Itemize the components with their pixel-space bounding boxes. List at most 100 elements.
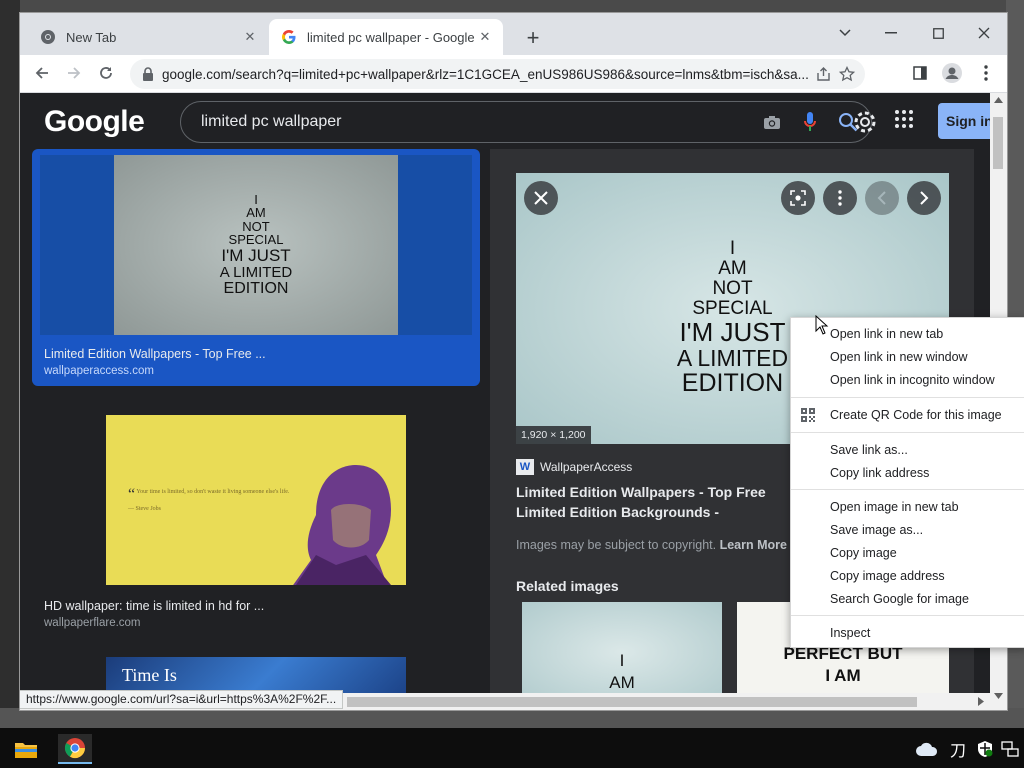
- arrow-right-icon: [68, 67, 81, 79]
- source-site[interactable]: W WallpaperAccess: [516, 459, 632, 475]
- google-logo[interactable]: Google: [44, 105, 145, 139]
- menu-separator: [791, 615, 1024, 616]
- status-bar-url: https://www.google.com/url?sa=i&url=http…: [20, 690, 344, 709]
- menu-item-open-link-new-window[interactable]: Open link in new window: [791, 346, 1024, 368]
- new-tab-button[interactable]: +: [520, 25, 546, 51]
- network-icon[interactable]: [998, 734, 1022, 764]
- close-window-button[interactable]: [969, 19, 999, 47]
- result-source[interactable]: wallpaperaccess.com: [44, 365, 154, 377]
- image-text-line: EDITION: [223, 279, 289, 297]
- minimize-icon: [885, 32, 897, 34]
- site-logo-icon: W: [516, 459, 534, 475]
- horizontal-scroll-thumb[interactable]: [347, 697, 917, 707]
- profile-button[interactable]: [938, 59, 966, 87]
- image-text-line: EDITION: [681, 368, 784, 397]
- menu-item-save-link-as[interactable]: Save link as...: [791, 439, 1024, 461]
- close-icon[interactable]: ✕: [242, 29, 258, 45]
- more-options-button[interactable]: [823, 181, 857, 215]
- kebab-menu-icon: [838, 190, 842, 206]
- arrow-left-icon: [35, 67, 48, 79]
- menu-separator: [791, 397, 1024, 398]
- scroll-up-icon[interactable]: [994, 97, 1003, 103]
- bookmark-star-icon[interactable]: [835, 62, 859, 86]
- image-text-line: NOT: [242, 218, 270, 234]
- related-images-heading: Related images: [516, 578, 619, 594]
- result-title[interactable]: HD wallpaper: time is limited in hd for …: [44, 599, 264, 613]
- next-image-button[interactable]: [907, 181, 941, 215]
- image-text-line: I'M JUST: [221, 246, 291, 266]
- vertical-scroll-thumb[interactable]: [993, 117, 1003, 169]
- camera-icon[interactable]: [757, 107, 787, 137]
- lock-icon: [143, 67, 153, 81]
- lens-button[interactable]: [781, 181, 815, 215]
- image-text-line: A LIMITED: [676, 344, 789, 371]
- scroll-right-icon[interactable]: [978, 697, 984, 706]
- address-bar[interactable]: google.com/search?q=limited+pc+wallpaper…: [130, 59, 865, 89]
- image-text-line: A LIMITED: [219, 263, 293, 281]
- search-input[interactable]: limited pc wallpaper: [201, 113, 757, 131]
- context-menu: Open link in new tab Open link in new wi…: [790, 317, 1024, 648]
- menu-item-copy-link-address[interactable]: Copy link address: [791, 462, 1024, 484]
- menu-button[interactable]: [972, 59, 1000, 87]
- image-text-line: AM: [718, 257, 747, 279]
- address-url: google.com/search?q=limited+pc+wallpaper…: [162, 66, 809, 82]
- image-quote: Your time is limited, so don't waste it …: [136, 489, 290, 495]
- security-icon[interactable]: [974, 734, 996, 764]
- image-text-line: NOT: [712, 277, 753, 299]
- image-dimensions: 1,920 × 1,200: [516, 426, 591, 444]
- copyright-text: Images may be subject to copyright.: [516, 538, 717, 552]
- close-preview-button[interactable]: [524, 181, 558, 215]
- result-thumbnail[interactable]: I AM NOT SPECIAL I'M JUST A LIMITED EDIT…: [40, 155, 472, 335]
- google-apps-icon[interactable]: [894, 109, 918, 133]
- menu-item-open-image-new-tab[interactable]: Open image in new tab: [791, 496, 1024, 518]
- tab-new-tab[interactable]: New Tab ✕: [28, 19, 268, 55]
- maximize-button[interactable]: [923, 19, 953, 47]
- ime-icon[interactable]: 刀: [947, 734, 969, 764]
- menu-item-search-google-for-image[interactable]: Search Google for image: [791, 588, 1024, 610]
- result-image[interactable]: “ Your time is limited, so don't waste i…: [106, 415, 406, 585]
- result-card-selected[interactable]: I AM NOT SPECIAL I'M JUST A LIMITED EDIT…: [32, 149, 480, 386]
- forward-button[interactable]: [60, 59, 88, 87]
- menu-item-open-link-incognito[interactable]: Open link in incognito window: [791, 369, 1024, 391]
- menu-item-create-qr-code[interactable]: Create QR Code for this image: [791, 404, 1024, 426]
- previous-image-button[interactable]: [865, 181, 899, 215]
- weather-icon[interactable]: [910, 734, 944, 764]
- tab-search-button[interactable]: [830, 19, 860, 47]
- mouse-cursor-icon: [815, 315, 829, 335]
- result-title[interactable]: Limited Edition Wallpapers - Top Free ..…: [44, 347, 266, 361]
- close-icon: [534, 191, 548, 205]
- back-button[interactable]: [28, 59, 56, 87]
- tab-label: limited pc wallpaper - Google Se: [307, 29, 477, 45]
- tab-google-search[interactable]: limited pc wallpaper - Google Se ✕: [269, 19, 503, 55]
- microphone-icon[interactable]: [795, 107, 825, 137]
- chevron-down-icon: [839, 29, 851, 37]
- desktop-background: [0, 0, 1024, 12]
- settings-gear-icon[interactable]: [852, 109, 878, 135]
- menu-item-copy-image[interactable]: Copy image: [791, 542, 1024, 564]
- scroll-down-icon[interactable]: [994, 693, 1003, 699]
- close-icon: [978, 27, 990, 39]
- result-source[interactable]: wallpaperflare.com: [44, 617, 141, 629]
- menu-item-copy-image-address[interactable]: Copy image address: [791, 565, 1024, 587]
- image-text-line: SPECIAL: [228, 232, 284, 248]
- result-image: I AM NOT SPECIAL I'M JUST A LIMITED EDIT…: [114, 155, 398, 335]
- side-panel-button[interactable]: [906, 59, 934, 87]
- desktop-background-left: [0, 0, 20, 740]
- minimize-button[interactable]: [876, 19, 906, 47]
- related-image[interactable]: I AM: [522, 602, 722, 702]
- learn-more-link[interactable]: Learn More: [720, 538, 787, 552]
- reload-icon: [100, 67, 112, 79]
- file-explorer-icon[interactable]: [9, 734, 43, 764]
- preview-title[interactable]: Limited Edition Wallpapers - Top Free Li…: [516, 482, 802, 522]
- browser-toolbar: google.com/search?q=limited+pc+wallpaper…: [20, 55, 1007, 93]
- portrait-illustration: [293, 465, 391, 585]
- image-text-line: I: [729, 237, 736, 259]
- reload-button[interactable]: [92, 59, 120, 87]
- close-icon[interactable]: ✕: [477, 29, 493, 45]
- search-box[interactable]: limited pc wallpaper: [180, 101, 872, 143]
- chrome-taskbar-button[interactable]: [58, 734, 92, 764]
- menu-item-save-image-as[interactable]: Save image as...: [791, 519, 1024, 541]
- menu-item-inspect[interactable]: Inspect: [791, 622, 1024, 644]
- share-icon[interactable]: [811, 62, 835, 86]
- sign-in-button[interactable]: Sign in: [938, 103, 990, 139]
